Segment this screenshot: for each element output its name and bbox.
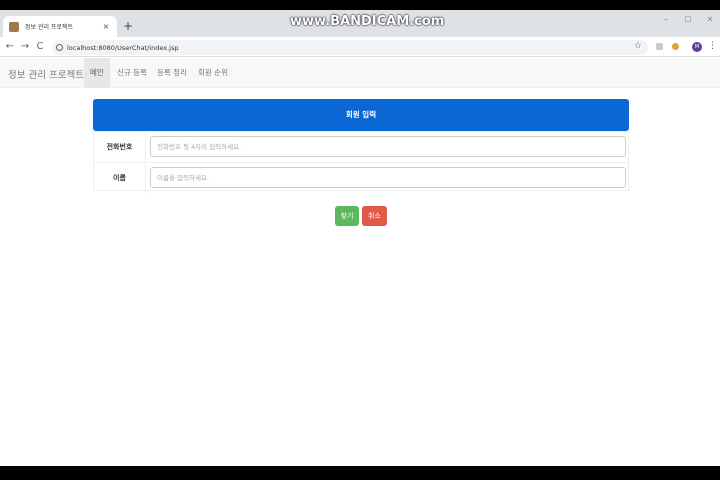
url-text: localhost:8080/UserChat/index.jsp xyxy=(67,43,179,52)
search-button[interactable]: 찾기 xyxy=(335,206,359,226)
site-info-icon[interactable] xyxy=(56,44,63,51)
extension-icon[interactable] xyxy=(656,43,663,50)
profile-avatar[interactable]: M xyxy=(692,42,702,52)
phone-label: 전화번호 xyxy=(94,132,146,162)
tab-strip: 정보 관리 프로젝트 × + www.BANDICAM.com – ☐ ✕ xyxy=(0,10,720,37)
navbar-brand[interactable]: 정보 관리 프로젝트 xyxy=(8,67,84,81)
name-label: 이름 xyxy=(94,163,146,193)
reload-button[interactable]: C xyxy=(33,40,47,54)
browser-window: 정보 관리 프로젝트 × + www.BANDICAM.com – ☐ ✕ ← … xyxy=(0,10,720,466)
name-input[interactable] xyxy=(150,167,626,188)
new-tab-button[interactable]: + xyxy=(121,18,135,34)
form-row-phone: 전화번호 xyxy=(94,132,630,162)
nav-link-register[interactable]: 신규 등록 xyxy=(111,58,153,88)
forward-button[interactable]: → xyxy=(18,40,32,54)
member-form-table: 전화번호 이름 xyxy=(93,131,630,193)
nav-link-ranking[interactable]: 회원 순위 xyxy=(192,58,234,88)
recorder-watermark: www.BANDICAM.com xyxy=(290,14,445,29)
close-window-button[interactable]: ✕ xyxy=(700,15,720,24)
browser-tab[interactable]: 정보 관리 프로젝트 × xyxy=(3,16,117,37)
panel-heading: 회원 입력 xyxy=(93,99,629,131)
bookmark-star-icon[interactable]: ☆ xyxy=(634,41,642,51)
phone-input[interactable] xyxy=(150,136,626,157)
nav-link-manage[interactable]: 등록 정리 xyxy=(151,58,193,88)
extension-icon[interactable] xyxy=(672,43,679,50)
cancel-button[interactable]: 취소 xyxy=(362,206,387,226)
address-bar: ← → C localhost:8080/UserChat/index.jsp … xyxy=(0,37,720,57)
minimize-button[interactable]: – xyxy=(656,15,676,24)
maximize-button[interactable]: ☐ xyxy=(678,15,698,24)
tab-close-icon[interactable]: × xyxy=(101,22,111,31)
form-row-name: 이름 xyxy=(94,162,630,193)
page-favicon-icon xyxy=(9,21,19,32)
nav-link-main[interactable]: 메인 xyxy=(84,58,110,88)
site-navbar: 정보 관리 프로젝트 메인 신규 등록 등록 정리 회원 순위 xyxy=(0,58,720,88)
tab-title: 정보 관리 프로젝트 xyxy=(25,24,73,31)
browser-menu-icon[interactable]: ⋮ xyxy=(708,40,717,52)
back-button[interactable]: ← xyxy=(3,40,17,54)
url-omnibox[interactable]: localhost:8080/UserChat/index.jsp ☆ xyxy=(52,40,648,55)
